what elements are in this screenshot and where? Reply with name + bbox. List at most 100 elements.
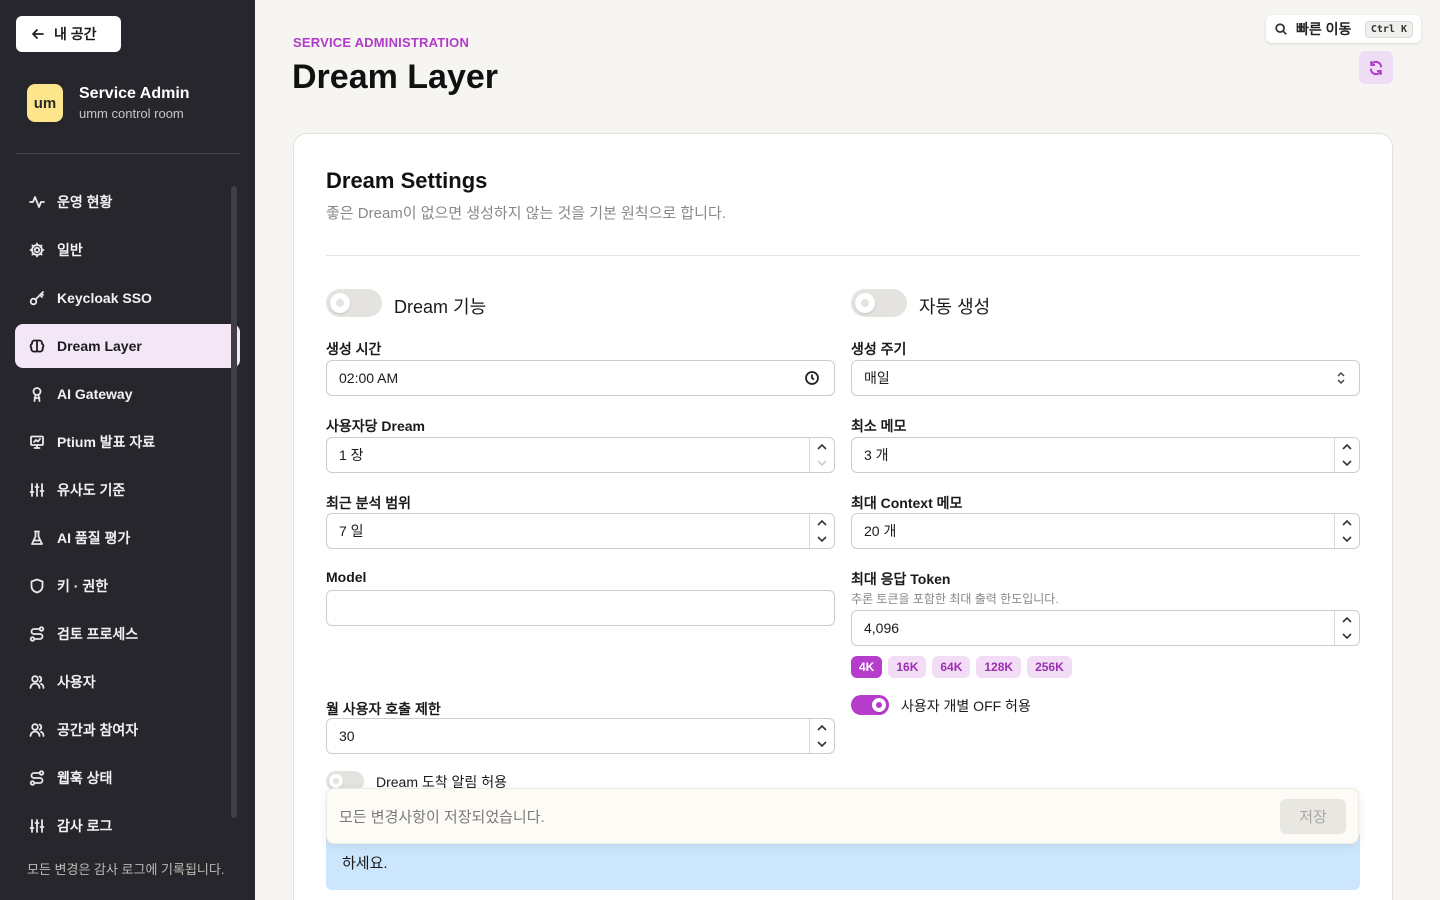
quick-jump-shortcut: Ctrl K xyxy=(1364,20,1413,38)
save-button[interactable]: 저장 xyxy=(1280,799,1346,834)
token-preset-4k[interactable]: 4K xyxy=(851,656,883,678)
gen-time-label: 생성 시간 xyxy=(326,341,382,357)
sidebar-item-similarity[interactable]: 유사도 기준 xyxy=(15,468,240,512)
save-status: 모든 변경사항이 저장되었습니다. xyxy=(339,808,545,826)
sidebar-item-label: 일반 xyxy=(57,242,83,258)
sidebar-item-label: 감사 로그 xyxy=(57,818,113,834)
sidebar-item-spaces-members[interactable]: 공간과 참여자 xyxy=(15,708,240,752)
sidebar-item-keycloak-sso[interactable]: Keycloak SSO xyxy=(15,276,240,320)
webhook-icon xyxy=(29,770,45,786)
number-stepper[interactable] xyxy=(809,719,834,753)
sidebar-item-general[interactable]: 일반 xyxy=(15,228,240,272)
max-context-input[interactable]: 20 개 xyxy=(851,513,1360,549)
quick-jump-button[interactable]: 빠른 이동 Ctrl K xyxy=(1266,15,1421,43)
chevron-down-icon[interactable] xyxy=(817,741,827,748)
brain-icon xyxy=(29,339,45,353)
max-token-input[interactable]: 4,096 xyxy=(851,610,1360,646)
max-token-value: 4,096 xyxy=(864,620,900,636)
brand-logo: um xyxy=(27,84,63,122)
recent-range-input[interactable]: 7 일 xyxy=(326,513,835,549)
number-stepper[interactable] xyxy=(809,438,834,472)
settings-description: 좋은 Dream이 없으면 생성하지 않는 것을 기본 원칙으로 합니다. xyxy=(326,205,726,222)
chevron-up-icon[interactable] xyxy=(1342,443,1352,450)
sidebar-scrollbar[interactable] xyxy=(231,186,237,818)
dream-feature-label: Dream 기능 xyxy=(394,297,487,317)
back-to-my-space-button[interactable]: 내 공간 xyxy=(16,16,121,52)
chevron-down-icon[interactable] xyxy=(817,460,827,467)
refresh-icon xyxy=(1370,60,1382,75)
per-user-dream-value: 1 장 xyxy=(339,447,364,463)
sidebar-item-dream-layer[interactable]: Dream Layer xyxy=(15,324,240,368)
chevron-down-icon[interactable] xyxy=(1342,460,1352,467)
token-preset-16k[interactable]: 16K xyxy=(888,656,927,678)
model-label: Model xyxy=(326,569,367,585)
sidebar-item-review-process[interactable]: 검토 프로세스 xyxy=(15,612,240,656)
per-user-dream-input[interactable]: 1 장 xyxy=(326,437,835,473)
chevron-up-icon[interactable] xyxy=(817,724,827,731)
toggle-knob xyxy=(872,698,886,712)
chevron-up-icon[interactable] xyxy=(1342,616,1352,623)
recent-range-value: 7 일 xyxy=(339,523,364,539)
number-stepper[interactable] xyxy=(1334,438,1359,472)
sidebar-item-webhook-status[interactable]: 웹훅 상태 xyxy=(15,756,240,800)
key-icon xyxy=(29,291,44,306)
token-preset-128k[interactable]: 128K xyxy=(976,656,1022,678)
dream-feature-toggle[interactable] xyxy=(326,289,382,317)
model-input[interactable] xyxy=(326,590,835,626)
gen-cycle-select[interactable]: 매일 xyxy=(851,360,1360,396)
bot-icon xyxy=(32,387,42,402)
chevron-down-icon[interactable] xyxy=(1342,536,1352,543)
chevron-down-icon[interactable] xyxy=(1342,633,1352,640)
clock-icon[interactable] xyxy=(804,370,820,386)
flask-icon xyxy=(31,530,43,545)
sidebar-item-label: Ptium 발표 자료 xyxy=(57,434,156,450)
page-eyebrow: SERVICE ADMINISTRATION xyxy=(293,35,470,50)
sidebar-item-label: 운영 현황 xyxy=(57,194,113,210)
refresh-button[interactable] xyxy=(1359,51,1393,84)
sidebar-item-ptium-slides[interactable]: Ptium 발표 자료 xyxy=(15,420,240,464)
sidebar-item-label: 유사도 기준 xyxy=(57,482,126,498)
search-icon xyxy=(1275,23,1287,35)
back-button-label: 내 공간 xyxy=(54,26,97,42)
min-memo-value: 3 개 xyxy=(864,447,889,463)
number-stepper[interactable] xyxy=(1334,611,1359,645)
monthly-limit-input[interactable]: 30 xyxy=(326,718,835,754)
chevron-down-icon[interactable] xyxy=(817,536,827,543)
sidebar-item-users[interactable]: 사용자 xyxy=(15,660,240,704)
gen-cycle-value: 매일 xyxy=(864,370,890,386)
sidebar-footer-note: 모든 변경은 감사 로그에 기록됩니다. xyxy=(27,862,225,877)
save-bar: 모든 변경사항이 저장되었습니다. 저장 xyxy=(326,788,1359,844)
token-preset-64k[interactable]: 64K xyxy=(932,656,971,678)
sidebar-item-ai-quality[interactable]: AI 품질 평가 xyxy=(15,516,240,560)
max-token-hint: 추론 토큰을 포함한 최대 출력 한도입니다. xyxy=(851,592,1059,606)
monthly-limit-label: 월 사용자 호출 제한 xyxy=(326,701,441,717)
page-title: Dream Layer xyxy=(292,58,499,96)
sidebar-item-operations[interactable]: 운영 현황 xyxy=(15,180,240,224)
user-off-toggle[interactable] xyxy=(851,695,889,715)
auto-generate-label: 자동 생성 xyxy=(919,297,991,317)
sidebar-item-keys-permissions[interactable]: 키 · 권한 xyxy=(15,564,240,608)
dream-settings-card: Dream Settings 좋은 Dream이 없으면 생성하지 않는 것을 … xyxy=(293,133,1393,900)
gen-time-input[interactable]: 02:00 AM xyxy=(326,360,835,396)
chevron-up-icon[interactable] xyxy=(817,519,827,526)
toggle-knob xyxy=(330,293,350,313)
min-memo-input[interactable]: 3 개 xyxy=(851,437,1360,473)
sidebar-item-audit-log[interactable]: 감사 로그 xyxy=(15,804,240,848)
number-stepper[interactable] xyxy=(1334,514,1359,548)
users-icon xyxy=(29,723,45,737)
number-stepper[interactable] xyxy=(809,514,834,548)
auto-generate-toggle[interactable] xyxy=(851,289,907,317)
users-icon xyxy=(29,675,45,689)
sidebar-item-label: AI Gateway xyxy=(57,386,133,402)
token-preset-256k[interactable]: 256K xyxy=(1027,656,1072,678)
sidebar-nav: 운영 현황 일반 Keycloak SSO Dream Layer AI Gat… xyxy=(15,180,240,852)
route-icon xyxy=(29,626,45,642)
chevron-up-icon[interactable] xyxy=(1342,519,1352,526)
settings-divider xyxy=(326,255,1360,256)
chevron-up-icon[interactable] xyxy=(817,443,827,450)
user-off-label: 사용자 개별 OFF 허용 xyxy=(901,698,1031,714)
sidebar-item-ai-gateway[interactable]: AI Gateway xyxy=(15,372,240,416)
sliders-icon xyxy=(29,483,45,497)
toggle-knob xyxy=(855,293,875,313)
sidebar-item-label: AI 품질 평가 xyxy=(57,530,131,546)
